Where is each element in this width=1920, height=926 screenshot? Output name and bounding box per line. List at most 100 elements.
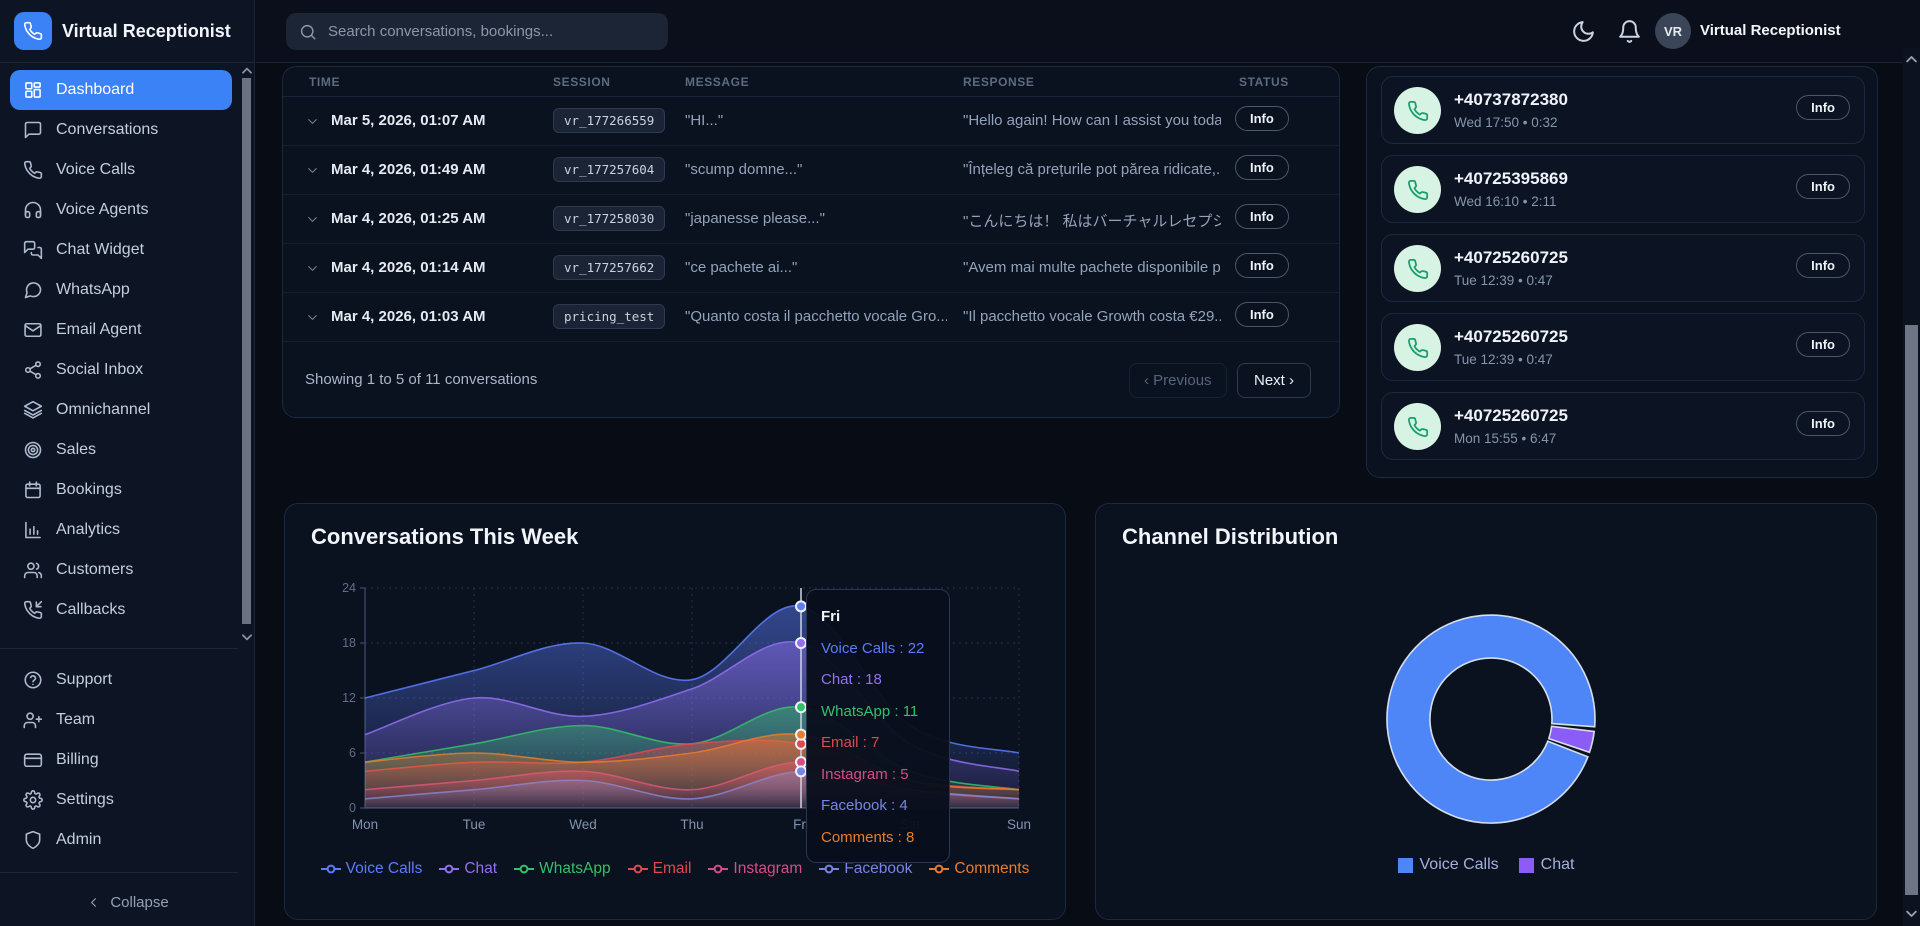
bell-icon[interactable] xyxy=(1617,19,1642,44)
area-chart-legend: Voice CallsChatWhatsAppEmailInstagramFac… xyxy=(285,860,1065,878)
pagination-summary: Showing 1 to 5 of 11 conversations xyxy=(305,371,537,388)
sidebar-item-label: Social Inbox xyxy=(56,361,143,379)
sidebar-scroll-down-icon[interactable] xyxy=(240,630,254,644)
row-expand-chevron-icon[interactable] xyxy=(305,212,320,227)
sidebar-item-admin[interactable]: Admin xyxy=(10,820,232,860)
call-info-button[interactable]: Info xyxy=(1796,95,1850,120)
table-row[interactable]: Mar 4, 2026, 01:25 AMvr_177258030"japane… xyxy=(283,195,1339,244)
call-list-item[interactable]: +40725260725Mon 15:55 • 6:47Info xyxy=(1381,392,1865,460)
call-meta: Wed 16:10 • 2:11 xyxy=(1454,194,1557,209)
legend-item-comments[interactable]: Comments xyxy=(929,860,1029,878)
info-button[interactable]: Info xyxy=(1235,106,1289,131)
sidebar-item-callbacks[interactable]: Callbacks xyxy=(10,590,232,630)
info-button[interactable]: Info xyxy=(1235,155,1289,180)
cell-message: "ce pachete ai..." xyxy=(685,259,947,276)
app-title: Virtual Receptionist xyxy=(62,21,231,42)
info-button[interactable]: Info xyxy=(1235,204,1289,229)
scroll-up-icon[interactable] xyxy=(1904,52,1919,67)
sidebar-item-sales[interactable]: Sales xyxy=(10,430,232,470)
legend-marker-icon xyxy=(708,864,728,874)
sidebar-item-billing[interactable]: Billing xyxy=(10,740,232,780)
sidebar-item-email-agent[interactable]: Email Agent xyxy=(10,310,232,350)
call-info-button[interactable]: Info xyxy=(1796,332,1850,357)
sidebar: Virtual Receptionist DashboardConversati… xyxy=(0,0,255,926)
table-row[interactable]: Mar 4, 2026, 01:49 AMvr_177257604"scump … xyxy=(283,146,1339,195)
call-number: +40725395869 xyxy=(1454,169,1568,189)
sidebar-footer-nav: SupportTeam Billing Settings Admin xyxy=(0,660,240,860)
headphones-icon xyxy=(23,200,43,220)
row-expand-chevron-icon[interactable] xyxy=(305,261,320,276)
help-icon xyxy=(23,670,43,690)
next-button[interactable]: Next › xyxy=(1237,363,1311,398)
cell-time: Mar 4, 2026, 01:14 AM xyxy=(331,259,486,276)
sidebar-item-label: Callbacks xyxy=(56,601,125,619)
call-info-button[interactable]: Info xyxy=(1796,174,1850,199)
sidebar-item-team[interactable]: Team xyxy=(10,700,232,740)
call-info-button[interactable]: Info xyxy=(1796,253,1850,278)
column-header-response: RESPONSE xyxy=(963,75,1035,89)
call-list-item[interactable]: +40725395869 Wed 16:10 • 2:11 Info xyxy=(1381,155,1865,223)
analytics-icon xyxy=(23,520,43,540)
donut-chart[interactable] xyxy=(1372,600,1610,838)
sidebar-collapse-button[interactable]: Collapse xyxy=(0,885,255,919)
search-box xyxy=(286,13,668,50)
chat2-icon xyxy=(23,240,43,260)
sidebar-item-social-inbox[interactable]: Social Inbox xyxy=(10,350,232,390)
row-expand-chevron-icon[interactable] xyxy=(305,310,320,325)
moon-icon[interactable] xyxy=(1571,19,1596,44)
page-scrollbar[interactable] xyxy=(1903,48,1920,926)
sidebar-item-label: Billing xyxy=(56,751,99,769)
recent-calls-panel: +40737872380Wed 17:50 • 0:32Info +4072539… xyxy=(1366,66,1878,478)
svg-text:6: 6 xyxy=(349,746,356,760)
sidebar-item-voice-calls[interactable]: Voice Calls xyxy=(10,150,232,190)
sidebar-scroll-up-icon[interactable] xyxy=(240,64,254,78)
cell-message: "scump domne..." xyxy=(685,161,947,178)
info-button[interactable]: Info xyxy=(1235,302,1289,327)
call-info-button[interactable]: Info xyxy=(1796,411,1850,436)
legend-item-voice-calls[interactable]: Voice Calls xyxy=(321,860,423,878)
previous-button[interactable]: ‹ Previous xyxy=(1129,363,1227,398)
search-input[interactable] xyxy=(328,23,628,40)
legend-item-instagram[interactable]: Instagram xyxy=(708,860,802,878)
sidebar-item-conversations[interactable]: Conversations xyxy=(10,110,232,150)
cell-response: "Il pacchetto vocale Growth costa €29... xyxy=(963,308,1221,325)
sidebar-scrollbar-thumb[interactable] xyxy=(242,78,251,624)
sidebar-item-voice-agents[interactable]: Voice Agents xyxy=(10,190,232,230)
donut-legend-item-chat[interactable]: Chat xyxy=(1519,856,1575,874)
call-list-item[interactable]: +40725260725Tue 12:39 • 0:47Info xyxy=(1381,313,1865,381)
calendar-icon xyxy=(23,480,43,500)
sidebar-item-bookings[interactable]: Bookings xyxy=(10,470,232,510)
sidebar-item-label: Customers xyxy=(56,561,133,579)
table-row[interactable]: Mar 5, 2026, 01:07 AMvr_177266559"HI..."… xyxy=(283,97,1339,146)
table-row[interactable]: Mar 4, 2026, 01:14 AMvr_177257662"ce pac… xyxy=(283,244,1339,293)
table-header-row: TIMESESSIONMESSAGERESPONSESTATUS xyxy=(283,67,1339,97)
legend-item-chat[interactable]: Chat xyxy=(439,860,497,878)
call-list-item[interactable]: +40737872380Wed 17:50 • 0:32Info xyxy=(1381,76,1865,144)
sidebar-item-dashboard[interactable]: Dashboard xyxy=(10,70,232,110)
table-row[interactable]: Mar 4, 2026, 01:03 AMpricing_test"Quanto… xyxy=(283,293,1339,342)
shield-icon xyxy=(23,830,43,850)
sidebar-item-chat-widget[interactable]: Chat Widget xyxy=(10,230,232,270)
svg-text:0: 0 xyxy=(349,801,356,815)
phone-call-icon xyxy=(1394,87,1441,134)
sidebar-item-omnichannel[interactable]: Omnichannel xyxy=(10,390,232,430)
call-list-item[interactable]: +40725260725Tue 12:39 • 0:47Info xyxy=(1381,234,1865,302)
page-scrollbar-thumb[interactable] xyxy=(1905,325,1918,895)
info-button[interactable]: Info xyxy=(1235,253,1289,278)
avatar[interactable]: VR xyxy=(1655,13,1691,49)
svg-text:Mon: Mon xyxy=(352,817,378,832)
sidebar-item-settings[interactable]: Settings xyxy=(10,780,232,820)
layers-icon xyxy=(23,400,43,420)
legend-item-email[interactable]: Email xyxy=(628,860,692,878)
sidebar-item-customers[interactable]: Customers xyxy=(10,550,232,590)
donut-legend-item-voice-calls[interactable]: Voice Calls xyxy=(1398,856,1499,874)
scroll-down-icon[interactable] xyxy=(1904,906,1919,921)
sidebar-item-label: Admin xyxy=(56,831,101,849)
sidebar-item-analytics[interactable]: Analytics xyxy=(10,510,232,550)
row-expand-chevron-icon[interactable] xyxy=(305,114,320,129)
row-expand-chevron-icon[interactable] xyxy=(305,163,320,178)
legend-item-whatsapp[interactable]: WhatsApp xyxy=(514,860,611,878)
sidebar-item-support[interactable]: Support xyxy=(10,660,232,700)
sidebar-item-whatsapp[interactable]: WhatsApp xyxy=(10,270,232,310)
cell-message: "Quanto costa il pacchetto vocale Gro... xyxy=(685,308,947,325)
